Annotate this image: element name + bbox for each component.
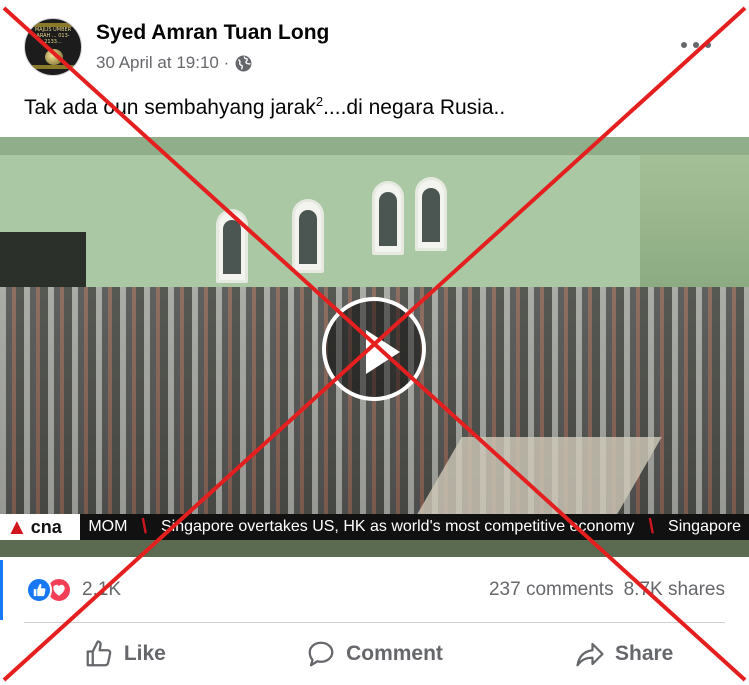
comment-label: Comment: [346, 642, 443, 665]
building-roofline: [0, 137, 749, 155]
globe-icon[interactable]: [235, 55, 252, 72]
ticker-item: Singapore overtakes US, HK as world's mo…: [161, 518, 635, 535]
arched-window: [415, 177, 447, 251]
comments-count[interactable]: 237 comments: [489, 579, 614, 601]
avatar-band-bottom: [25, 65, 81, 69]
reaction-count[interactable]: 2.1K: [82, 579, 121, 601]
post-text-main: Tak ada oun sembahyang jarak: [24, 96, 316, 119]
arched-window: [216, 209, 248, 283]
play-icon[interactable]: [322, 297, 426, 401]
comment-icon: [308, 641, 334, 667]
facebook-post: MAJLIS UMBER ARAH ... 013-2133... Syed A…: [0, 0, 749, 685]
author-avatar[interactable]: MAJLIS UMBER ARAH ... 013-2133...: [24, 18, 82, 76]
shares-count[interactable]: 8.7K shares: [624, 579, 725, 601]
cna-logo-text: cna: [30, 516, 62, 537]
share-button[interactable]: Share: [499, 630, 749, 678]
author-name[interactable]: Syed Amran Tuan Long: [96, 21, 329, 45]
focus-indicator: [0, 560, 3, 620]
ticker-item: MOM: [88, 518, 128, 535]
actions-divider: [24, 622, 725, 623]
post-text-tail: ....di negara Rusia..: [323, 96, 506, 119]
like-reaction-icon: [26, 577, 52, 603]
post-text-superscript: 2: [315, 94, 324, 109]
news-ticker: ▲ cna MOM \ Singapore overtakes US, HK as…: [0, 514, 749, 540]
reactions-summary[interactable]: 2.1K: [26, 577, 121, 603]
like-label: Like: [123, 642, 166, 665]
comment-button[interactable]: Comment: [250, 630, 500, 678]
avatar-text: MAJLIS UMBER ARAH ... 013-2133...: [34, 27, 72, 45]
share-label: Share: [614, 642, 674, 665]
more-options-icon[interactable]: [681, 30, 711, 60]
arched-window: [372, 181, 404, 255]
arched-window: [292, 199, 324, 273]
post-meta: 30 April at 19:10 ·: [96, 53, 252, 73]
ticker-separator: \: [648, 515, 655, 538]
engagement-stats: 237 comments 8.7K shares: [489, 579, 725, 601]
thumbs-up-icon: [86, 640, 112, 667]
ticker-separator: \: [141, 515, 147, 538]
post-timestamp[interactable]: 30 April at 19:10 ·: [96, 53, 229, 73]
ticker-item: Singapore: [668, 518, 741, 535]
like-button[interactable]: Like: [0, 630, 250, 678]
share-icon: [576, 642, 604, 667]
post-actions: Like Comment Share: [0, 630, 749, 678]
avatar-logo: [45, 49, 63, 65]
cna-logo: ▲ cna: [0, 514, 81, 540]
video-ground: [0, 540, 749, 557]
video-player[interactable]: ▲ cna MOM \ Singapore overtakes US, HK as…: [0, 137, 749, 557]
post-text: Tak ada oun sembahyang jarak2....di nega…: [24, 94, 505, 120]
